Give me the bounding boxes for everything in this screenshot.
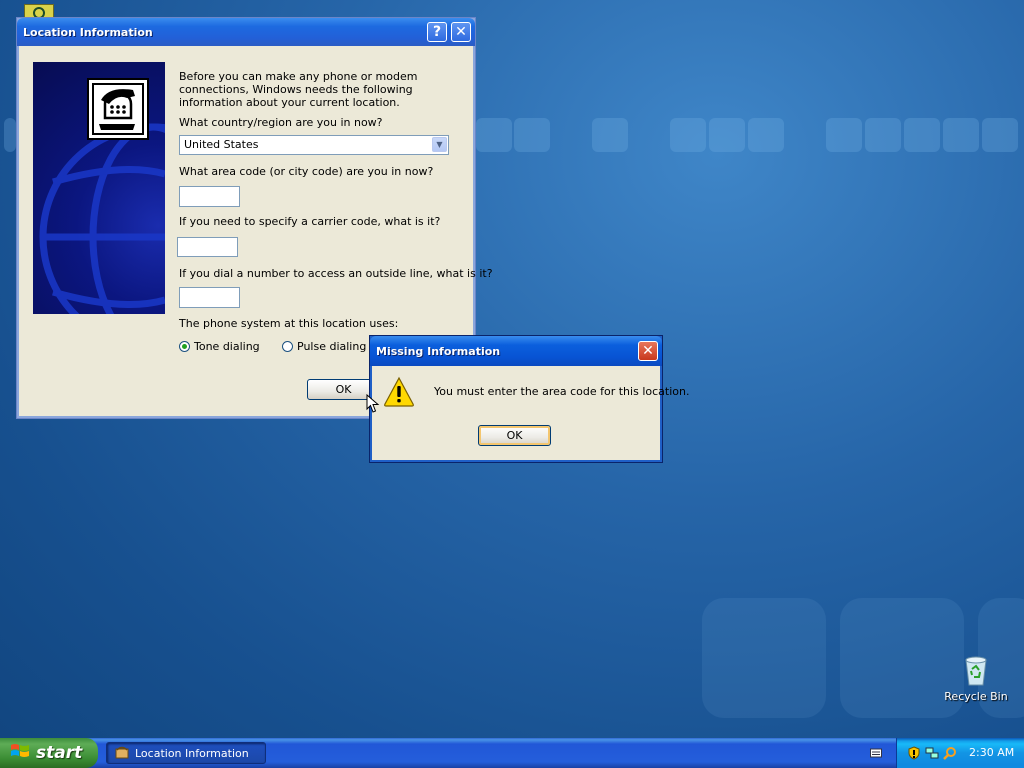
carrier-code-input[interactable] (177, 237, 238, 257)
phone-dialer-icon (115, 745, 129, 762)
intro-text: Before you can make any phone or modem c… (179, 70, 418, 109)
start-label: start (36, 743, 83, 763)
network-icon[interactable] (925, 746, 939, 760)
recycle-bin[interactable]: Recycle Bin (944, 656, 1008, 703)
recycle-bin-label: Recycle Bin (944, 690, 1008, 703)
mouse-cursor-icon (366, 393, 380, 414)
phone-system-label: The phone system at this location uses: (179, 317, 399, 330)
start-button[interactable]: start (0, 738, 98, 768)
bg-tile (514, 118, 550, 152)
country-select[interactable]: United States ▼ (179, 135, 449, 155)
security-shield-icon[interactable] (907, 746, 921, 760)
missing-information-dialog: Missing Information ✕ You must enter the… (369, 335, 689, 463)
missing-close-button[interactable]: ✕ (638, 341, 658, 361)
location-side-image (33, 62, 165, 314)
carrier-code-label: If you need to specify a carrier code, w… (179, 215, 441, 228)
area-code-input[interactable] (179, 186, 240, 207)
tone-dialing-label: Tone dialing (194, 340, 260, 353)
taskbar: start Location Information 2:30 AM (0, 738, 1024, 768)
area-code-label: What area code (or city code) are you in… (179, 165, 434, 178)
pulse-dialing-label: Pulse dialing (297, 340, 367, 353)
location-dialog-title: Location Information (23, 25, 153, 39)
bg-tile (904, 118, 940, 152)
bg-tile (670, 118, 706, 152)
bg-tile (943, 118, 979, 152)
warning-icon (383, 376, 415, 408)
recycle-bin-icon (963, 656, 989, 686)
bg-tile (826, 118, 862, 152)
bg-tile (476, 118, 512, 152)
bg-tile (702, 598, 826, 718)
pulse-dialing-radio[interactable]: Pulse dialing (282, 340, 366, 353)
outside-line-label: If you dial a number to access an outsid… (179, 267, 493, 280)
taskbar-item-location-information[interactable]: Location Information (106, 742, 266, 764)
bg-tile (865, 118, 901, 152)
clock[interactable]: 2:30 AM (969, 746, 1014, 759)
close-icon: ✕ (455, 24, 467, 40)
bg-tile (748, 118, 784, 152)
country-label: What country/region are you in now? (179, 116, 383, 129)
dropdown-arrow-icon[interactable]: ▼ (432, 137, 447, 152)
outside-line-input[interactable] (179, 287, 240, 308)
close-icon: ✕ (642, 343, 654, 359)
country-select-value: United States (184, 138, 259, 151)
bg-tile (709, 118, 745, 152)
missing-dialog-title: Missing Information (376, 344, 501, 358)
close-button[interactable]: ✕ (451, 22, 471, 42)
taskbar-item-label: Location Information (135, 746, 249, 760)
search-icon[interactable] (943, 746, 957, 760)
telephone-icon (87, 78, 149, 140)
keyboard-icon[interactable] (870, 748, 882, 758)
missing-dialog-titlebar[interactable]: Missing Information ✕ (370, 336, 662, 366)
windows-logo-icon (10, 742, 30, 765)
system-tray: 2:30 AM (896, 738, 1024, 768)
location-dialog-titlebar[interactable]: Location Information ? ✕ (17, 18, 475, 46)
bg-tile (592, 118, 628, 152)
help-button[interactable]: ? (427, 22, 447, 42)
bg-tile (4, 118, 16, 152)
radio-unchecked-icon[interactable] (282, 341, 293, 352)
missing-message: You must enter the area code for this lo… (434, 385, 690, 398)
bg-tile (982, 118, 1018, 152)
missing-ok-button[interactable]: OK (478, 425, 551, 446)
radio-checked-icon[interactable] (179, 341, 190, 352)
tone-dialing-radio[interactable]: Tone dialing (179, 340, 260, 353)
help-icon: ? (432, 24, 442, 40)
